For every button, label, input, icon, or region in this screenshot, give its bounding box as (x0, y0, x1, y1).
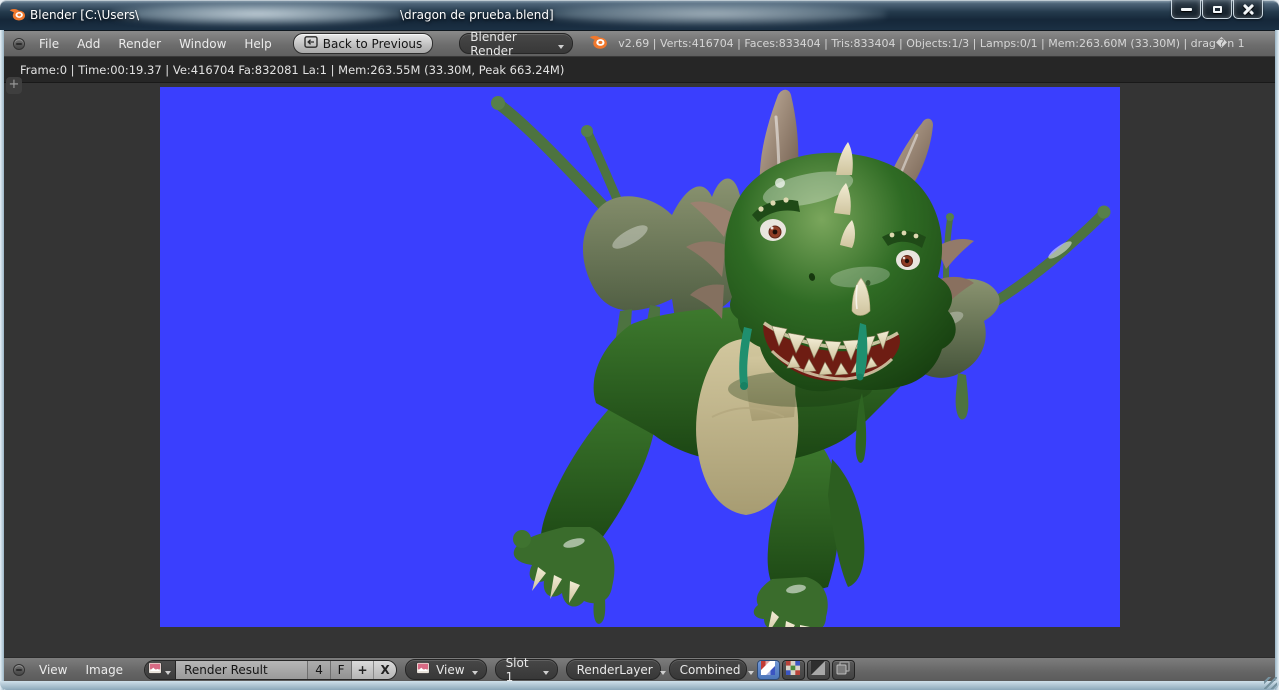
slot-select[interactable]: Slot 1 (495, 659, 558, 680)
view-mode-select[interactable]: View (405, 659, 486, 680)
blender-logo-icon (589, 34, 608, 53)
image-icon (148, 662, 162, 677)
image-name-field[interactable]: Render Result (176, 661, 308, 679)
menu-image[interactable]: Image (76, 663, 132, 677)
image-editor-header: View Image Render Result 4 F + X (4, 657, 1275, 681)
users-count-button[interactable]: 4 (308, 661, 331, 679)
menu-window[interactable]: Window (170, 37, 235, 51)
channel-rgb-toggle[interactable] (757, 660, 780, 680)
stepper-arrows-icon (659, 664, 668, 676)
stepper-arrows-icon (557, 38, 566, 50)
window-border-left (0, 30, 4, 690)
stepper-arrows-icon (542, 664, 551, 676)
alpha-channel-icon (811, 661, 825, 678)
back-to-previous-button[interactable]: Back to Previous (293, 33, 434, 54)
channel-alpha-toggle[interactable] (807, 660, 830, 680)
minimize-icon (1181, 8, 1192, 11)
rgb-channel-icon (761, 661, 775, 678)
editor-type-icon[interactable] (13, 664, 25, 676)
redacted-path-smudge (540, 3, 886, 25)
maximize-icon (1213, 6, 1222, 13)
blender-window: Blender [C:\Users\ \dragon de prueba.ble… (0, 0, 1279, 690)
blender-app-icon (9, 7, 26, 26)
render-pass-select[interactable]: Combined (669, 659, 747, 680)
render-pass-value: Combined (680, 663, 741, 677)
channel-rgba-toggle[interactable] (782, 660, 805, 680)
render-status-bar: Frame:0 | Time:00:19.37 | Ve:416704 Fa:8… (4, 57, 1275, 83)
render-status-text: Frame:0 | Time:00:19.37 | Ve:416704 Fa:8… (20, 63, 564, 77)
menu-add[interactable]: Add (68, 37, 109, 51)
menu-render[interactable]: Render (109, 37, 170, 51)
render-layer-value: RenderLayer (577, 663, 653, 677)
stepper-arrows-icon (471, 664, 480, 676)
render-layer-select[interactable]: RenderLayer (566, 659, 661, 680)
render-result-image[interactable] (160, 87, 1120, 627)
resize-grip[interactable] (1264, 677, 1277, 689)
browse-image-button[interactable] (145, 661, 176, 679)
image-editor-viewport[interactable] (4, 83, 1275, 657)
rgba-channel-icon (786, 661, 800, 678)
back-to-previous-label: Back to Previous (323, 37, 423, 51)
dragon-render (160, 87, 1120, 627)
region-expand-button[interactable]: + (6, 77, 22, 94)
window-controls (1171, 0, 1263, 19)
fake-user-button[interactable]: F (331, 661, 352, 679)
view-mode-value: View (436, 663, 464, 677)
titlebar[interactable]: Blender [C:\Users\ \dragon de prueba.ble… (0, 0, 1279, 30)
z-buffer-icon (836, 661, 850, 678)
render-engine-value: Blender Render (470, 30, 551, 58)
menu-help[interactable]: Help (235, 37, 280, 51)
info-header: File Add Render Window Help Back to Prev… (4, 30, 1275, 57)
redacted-path-smudge (112, 3, 404, 25)
channel-z-toggle[interactable] (832, 660, 855, 680)
minimize-button[interactable] (1171, 0, 1201, 19)
menu-file[interactable]: File (30, 37, 68, 51)
editor-type-icon[interactable] (13, 38, 25, 50)
render-engine-select[interactable]: Blender Render (459, 33, 573, 54)
stepper-arrows-icon (164, 664, 173, 676)
window-title-prefix: Blender [C:\Users\ (30, 0, 139, 30)
close-icon (1242, 4, 1255, 15)
menu-view[interactable]: View (30, 663, 76, 677)
display-channel-toggles (757, 660, 855, 680)
image-icon (416, 662, 430, 677)
close-button[interactable] (1233, 0, 1263, 19)
back-arrow-icon (304, 36, 318, 51)
image-datablock-widget: Render Result 4 F + X (144, 660, 397, 680)
scene-statistics: v2.69 | Verts:416704 | Faces:833404 | Tr… (618, 37, 1244, 50)
window-border-right (1275, 30, 1279, 690)
new-image-button[interactable]: + (352, 661, 374, 679)
unlink-image-button[interactable]: X (374, 661, 396, 679)
slot-value: Slot 1 (506, 656, 536, 684)
window-border-bottom (0, 681, 1279, 690)
stepper-arrows-icon (747, 664, 756, 676)
maximize-button[interactable] (1202, 0, 1232, 19)
window-title-suffix: \dragon de prueba.blend] (400, 0, 554, 30)
